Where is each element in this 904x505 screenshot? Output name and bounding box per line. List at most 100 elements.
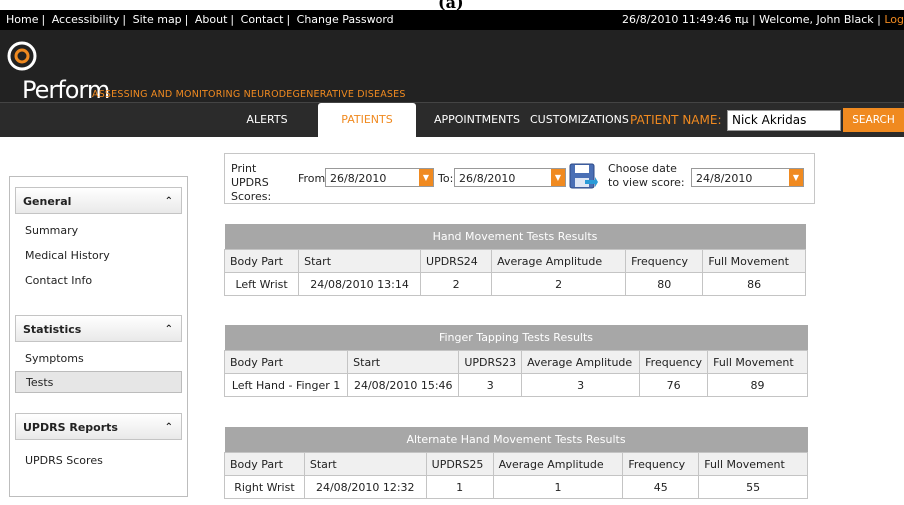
finger-tapping-table: Finger Tapping Tests Results Body Part S… [223, 325, 808, 397]
separator: | [286, 13, 291, 26]
column-header: Frequency [622, 452, 700, 476]
perform-logo-icon [7, 41, 37, 71]
link-home[interactable]: Home [6, 13, 38, 26]
datetime: 26/8/2010 11:49:46 πμ [622, 13, 749, 26]
link-accessibility[interactable]: Accessibility [52, 13, 120, 26]
table-cell: Left Wrist [223, 272, 300, 296]
column-header: Average Amplitude [521, 350, 641, 374]
sidebar-item-tests[interactable]: Tests [15, 371, 182, 393]
column-header: Body Part [223, 249, 300, 273]
sidebar-group-general[interactable]: General ⌃ [15, 187, 182, 214]
table-cell: 24/08/2010 12:32 [303, 475, 427, 499]
sidebar-group-title: General [23, 195, 72, 208]
top-links: Home | Accessibility | Site map | About | Co… [6, 10, 394, 30]
score-date-select[interactable]: 24/8/2010 ▼ [691, 168, 804, 187]
to-date-select[interactable]: 26/8/2010 ▼ [454, 168, 566, 187]
choose-date-label: Choose date to view score: [608, 162, 685, 189]
table-header-row: Body Part Start UPDRS23 Average Amplitud… [223, 350, 808, 374]
table-row: Left Wrist 24/08/2010 13:14 2 2 80 86 [223, 272, 806, 296]
table-title: Alternate Hand Movement Tests Results [224, 427, 808, 453]
sidebar-group-updrs-reports[interactable]: UPDRS Reports ⌃ [15, 413, 182, 440]
table-cell: 76 [639, 373, 709, 397]
sidebar-group-title: UPDRS Reports [23, 421, 118, 434]
link-site-map[interactable]: Site map [133, 13, 182, 26]
figure-label: (a) [438, 0, 464, 12]
patient-name-label: PATIENT NAME: [630, 113, 722, 127]
date-filter-panel: Print UPDRS Scores: From: 26/8/2010 ▼ To… [224, 153, 815, 204]
logout-link[interactable]: Log [884, 13, 904, 26]
sidebar: General ⌃ Summary Medical History Contac… [9, 176, 188, 497]
sidebar-group-title: Statistics [23, 323, 82, 336]
sidebar-item-summary[interactable]: Summary [15, 220, 182, 242]
from-date-select[interactable]: 26/8/2010 ▼ [325, 168, 434, 187]
dropdown-arrow-icon[interactable]: ▼ [789, 169, 803, 186]
score-date-value: 24/8/2010 [696, 172, 753, 185]
save-icon[interactable] [568, 162, 598, 192]
link-about[interactable]: About [195, 13, 228, 26]
column-header: Average Amplitude [492, 452, 624, 476]
sidebar-item-updrs-scores[interactable]: UPDRS Scores [15, 450, 182, 472]
column-header: Frequency [625, 249, 704, 273]
column-header: Frequency [639, 350, 709, 374]
hand-movement-table: Hand Movement Tests Results Body Part St… [223, 224, 806, 296]
to-label: To: [438, 172, 454, 185]
table-cell: 24/08/2010 15:46 [347, 373, 460, 397]
tab-alerts[interactable]: ALERTS [222, 103, 312, 137]
table-title: Finger Tapping Tests Results [224, 325, 808, 351]
column-header: Body Part [224, 452, 305, 476]
top-bar: Home | Accessibility | Site map | About | Co… [0, 10, 904, 30]
dropdown-arrow-icon[interactable]: ▼ [419, 169, 433, 186]
table-header-row: Body Part Start UPDRS25 Average Amplitud… [224, 452, 808, 476]
separator: | [184, 13, 189, 26]
collapse-icon[interactable]: ⌃ [165, 316, 173, 343]
column-header: Average Amplitude [491, 249, 627, 273]
table-cell: 80 [625, 272, 704, 296]
table-row: Left Hand - Finger 1 24/08/2010 15:46 3 … [223, 373, 808, 397]
sidebar-item-medical-history[interactable]: Medical History [15, 245, 182, 267]
dropdown-arrow-icon[interactable]: ▼ [551, 169, 565, 186]
table-cell: 89 [707, 373, 808, 397]
welcome-text: | Welcome, John Black | [751, 13, 881, 26]
column-header: Body Part [223, 350, 349, 374]
column-header: UPDRS25 [425, 452, 494, 476]
table-title: Hand Movement Tests Results [224, 224, 806, 250]
table-cell: 1 [492, 475, 624, 499]
table-cell: 3 [458, 373, 523, 397]
table-cell: 2 [491, 272, 627, 296]
table-cell: Left Hand - Finger 1 [223, 373, 349, 397]
collapse-icon[interactable]: ⌃ [165, 414, 173, 441]
link-contact[interactable]: Contact [241, 13, 284, 26]
tab-customizations[interactable]: CUSTOMIZATIONS [530, 103, 629, 137]
column-header: Full Movement [707, 350, 808, 374]
tab-patients[interactable]: PATIENTS [318, 103, 416, 137]
alternate-hand-movement-table: Alternate Hand Movement Tests Results Bo… [224, 427, 808, 499]
separator: | [41, 13, 46, 26]
table-cell: 1 [425, 475, 494, 499]
logo-tagline: ASSESSING AND MONITORING NEURODEGENERATI… [92, 89, 406, 100]
search-button[interactable]: SEARCH [843, 108, 904, 132]
table-cell: 55 [698, 475, 808, 499]
collapse-icon[interactable]: ⌃ [165, 188, 173, 215]
table-cell: 45 [622, 475, 700, 499]
table-cell: 3 [521, 373, 641, 397]
column-header: Start [347, 350, 460, 374]
top-right: 26/8/2010 11:49:46 πμ | Welcome, John Bl… [622, 10, 904, 30]
print-updrs-label: Print UPDRS Scores: [231, 162, 272, 203]
table-row: Right Wrist 24/08/2010 12:32 1 1 45 55 [224, 475, 808, 499]
to-date-value: 26/8/2010 [459, 172, 516, 185]
column-header: Full Movement [698, 452, 808, 476]
patient-name-input[interactable]: Nick Akridas [727, 110, 841, 131]
sidebar-item-symptoms[interactable]: Symptoms [15, 348, 182, 370]
link-change-password[interactable]: Change Password [297, 13, 394, 26]
table-header-row: Body Part Start UPDRS24 Average Amplitud… [223, 249, 806, 273]
sidebar-item-contact-info[interactable]: Contact Info [15, 270, 182, 292]
column-header: Start [303, 452, 427, 476]
tab-appointments[interactable]: APPOINTMENTS [430, 103, 524, 137]
from-date-value: 26/8/2010 [330, 172, 387, 185]
column-header: UPDRS23 [458, 350, 523, 374]
column-header: UPDRS24 [420, 249, 493, 273]
sidebar-group-statistics[interactable]: Statistics ⌃ [15, 315, 182, 342]
table-cell: 86 [702, 272, 806, 296]
table-cell: 2 [420, 272, 493, 296]
nav-bar: ALERTS PATIENTS APPOINTMENTS CUSTOMIZATI… [0, 102, 904, 137]
